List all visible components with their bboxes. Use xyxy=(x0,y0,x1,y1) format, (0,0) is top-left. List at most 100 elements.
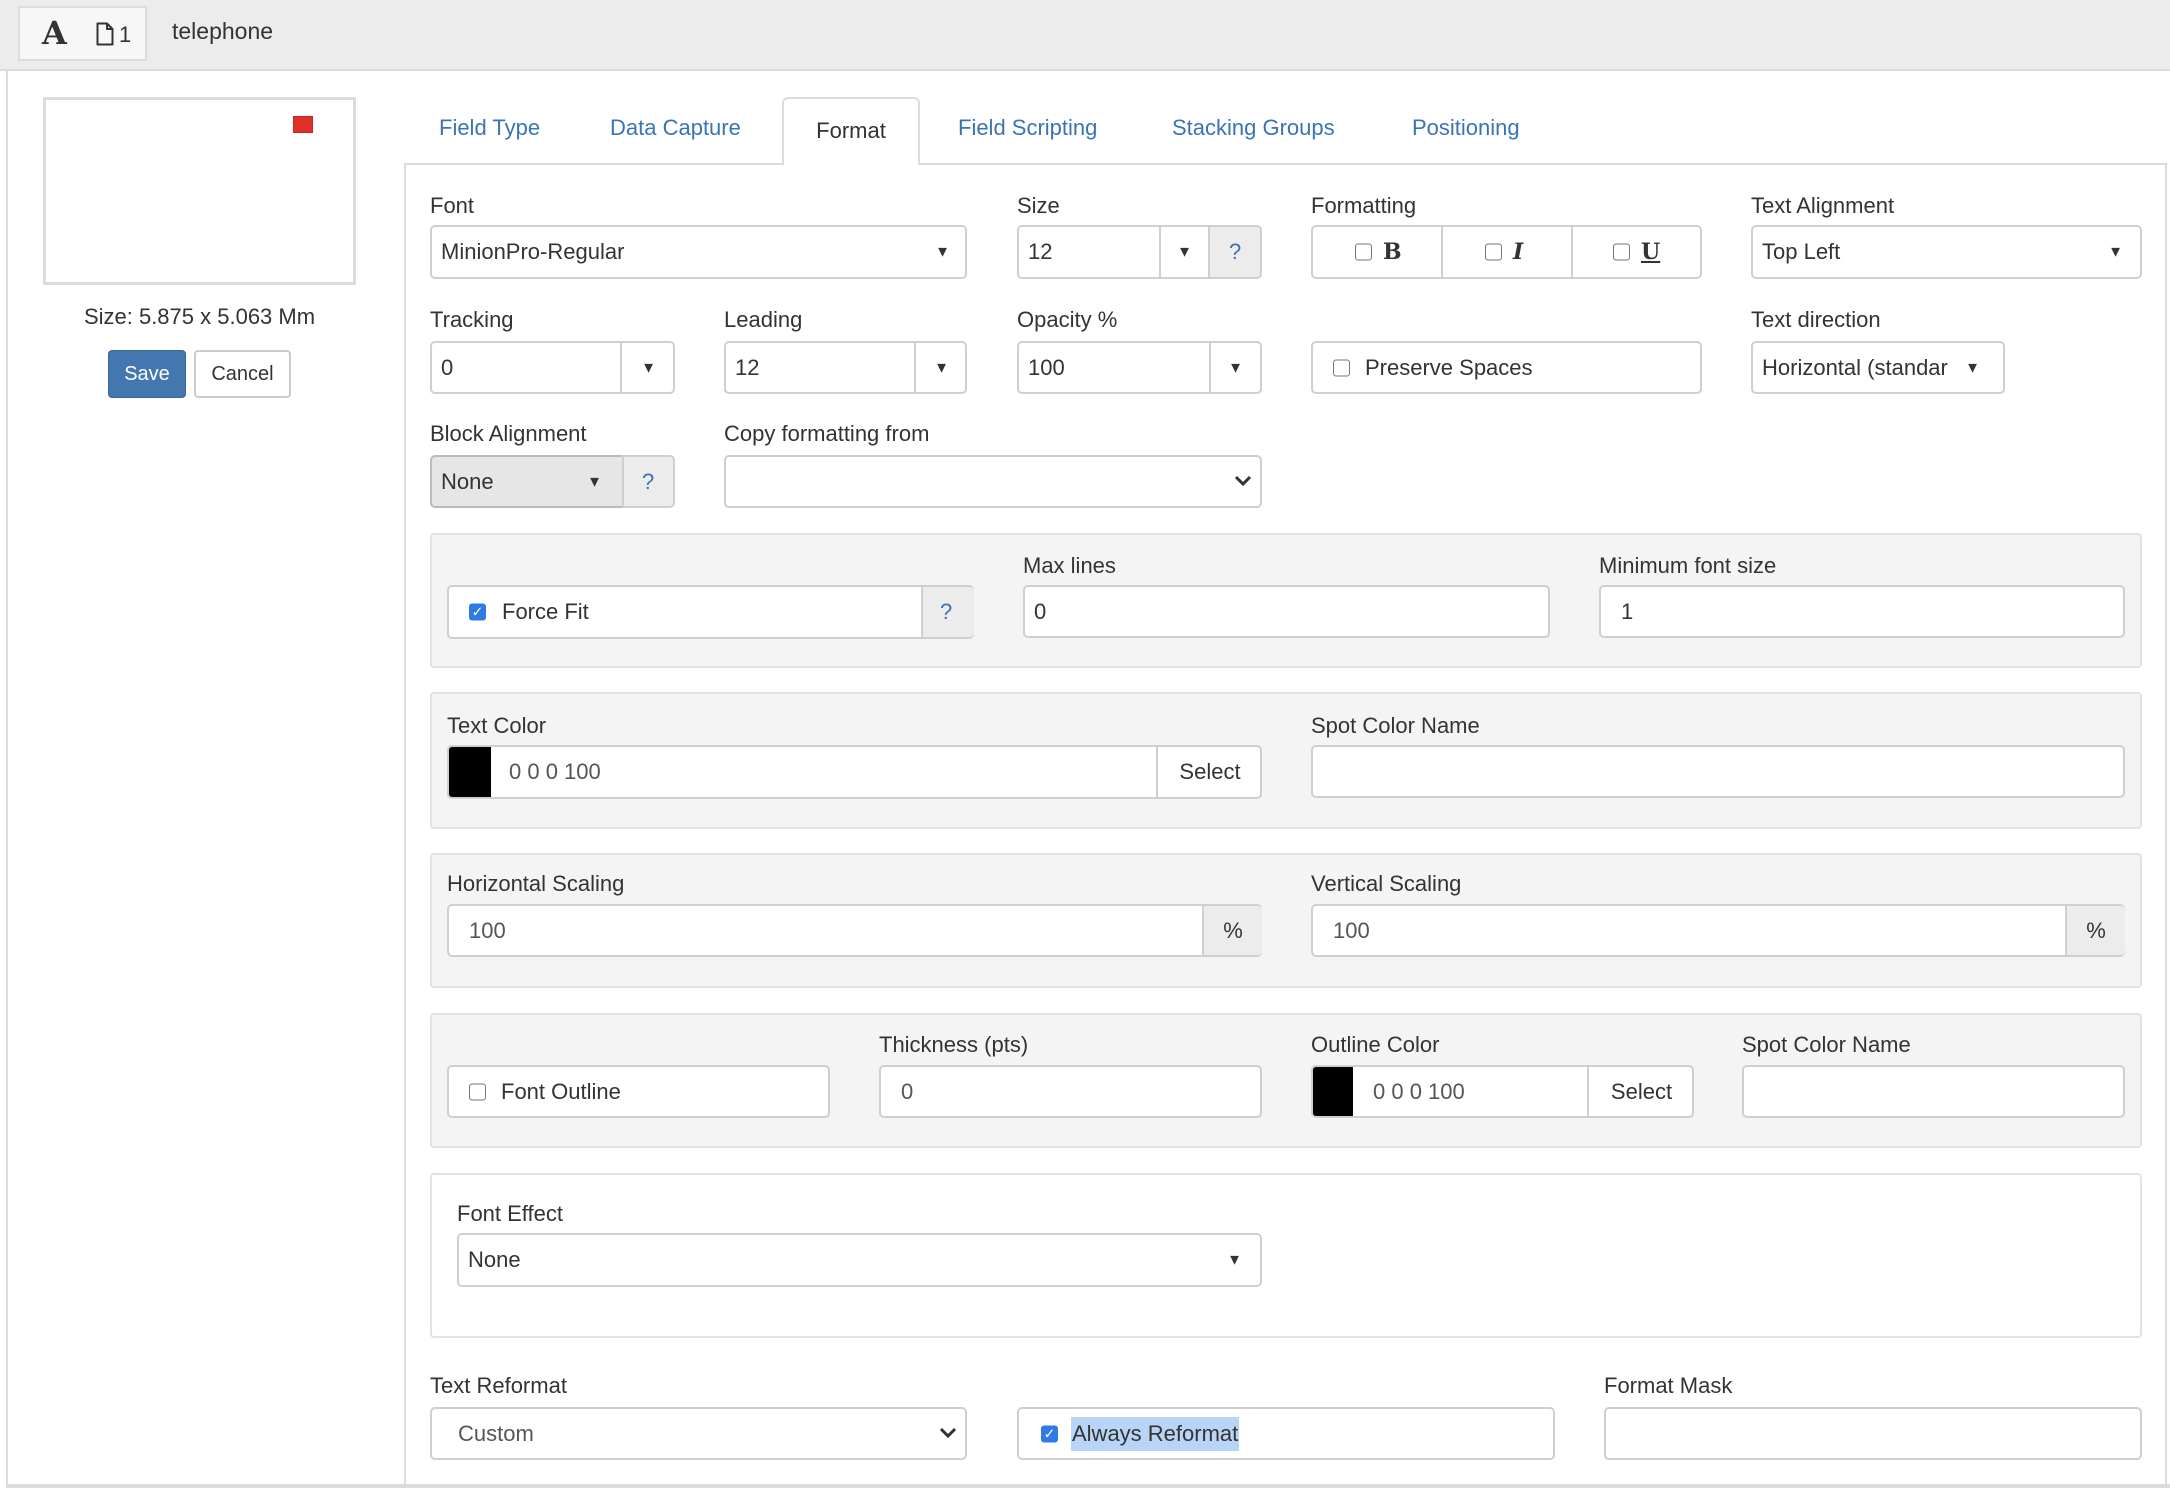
dropdown-divider xyxy=(914,343,916,392)
vertical-scaling-value[interactable]: 100 xyxy=(1333,918,1370,944)
text-reformat-select[interactable]: Custom xyxy=(430,1407,967,1460)
force-fit-label: Force Fit xyxy=(502,599,589,624)
tab-positioning[interactable]: Positioning xyxy=(1412,115,1520,141)
outline-spot-color-name-label: Spot Color Name xyxy=(1742,1032,1911,1057)
block-alignment-help-button[interactable]: ? xyxy=(622,455,675,508)
chevron-down-icon xyxy=(939,1427,957,1439)
caret-down-icon: ▼ xyxy=(2108,243,2123,261)
underline-checkbox[interactable] xyxy=(1613,243,1630,261)
text-type-icon: A xyxy=(42,14,67,52)
min-font-size-label: Minimum font size xyxy=(1599,553,1777,578)
caret-down-icon[interactable]: ▼ xyxy=(1177,244,1192,261)
force-fit-checkbox[interactable]: ✓ xyxy=(469,603,486,621)
max-lines-input[interactable]: 0 xyxy=(1023,585,1550,638)
preserve-spaces-field: Preserve Spaces xyxy=(1311,341,1702,394)
text-reformat-label: Text Reformat xyxy=(430,1373,567,1398)
min-font-size-input[interactable]: 1 xyxy=(1599,585,2125,638)
font-effect-select[interactable]: None ▼ xyxy=(457,1233,1262,1287)
caret-down-icon[interactable]: ▼ xyxy=(1228,359,1243,376)
text-color-value[interactable]: 0 0 0 100 xyxy=(509,759,601,785)
format-mask-input[interactable] xyxy=(1604,1407,2142,1460)
opacity-label: Opacity % xyxy=(1017,307,1118,332)
vertical-scaling-label: Vertical Scaling xyxy=(1311,871,1462,896)
tab-format[interactable]: Format xyxy=(782,97,920,165)
text-color-select-button[interactable]: Select xyxy=(1156,747,1262,797)
size-combobox[interactable]: 12 ▼ xyxy=(1017,225,1210,279)
vertical-scaling-field: 100 % xyxy=(1311,904,2125,957)
thickness-label: Thickness (pts) xyxy=(879,1032,1029,1057)
font-outline-checkbox[interactable] xyxy=(469,1083,486,1100)
field-position-marker xyxy=(293,116,313,133)
cancel-button[interactable]: Cancel xyxy=(194,350,291,398)
block-alignment-label: Block Alignment xyxy=(430,421,587,446)
outline-color-select-button[interactable]: Select xyxy=(1587,1067,1694,1116)
max-lines-value: 0 xyxy=(1034,598,1047,624)
copy-formatting-select[interactable] xyxy=(724,455,1262,508)
always-reformat-checkbox[interactable]: ✓ xyxy=(1041,1425,1058,1442)
italic-checkbox[interactable] xyxy=(1485,243,1502,261)
outline-spot-color-name-input[interactable] xyxy=(1742,1065,2125,1118)
frame-left-border xyxy=(6,71,8,1488)
tab-field-scripting[interactable]: Field Scripting xyxy=(958,115,1097,141)
text-direction-select[interactable]: Horizontal (standar ▼ xyxy=(1751,341,2005,394)
font-outline-label: Font Outline xyxy=(501,1078,621,1104)
tab-data-capture[interactable]: Data Capture xyxy=(610,115,741,141)
text-color-swatch[interactable] xyxy=(449,747,491,797)
size-value: 12 xyxy=(1028,239,1053,264)
leading-combobox[interactable]: 12 ▼ xyxy=(724,341,967,394)
leading-label: Leading xyxy=(724,307,803,332)
chevron-down-icon xyxy=(1234,475,1252,487)
tracking-label: Tracking xyxy=(430,307,514,332)
field-type-box: A 1 xyxy=(18,6,147,61)
tab-field-type[interactable]: Field Type xyxy=(439,115,540,141)
outline-color-value[interactable]: 0 0 0 100 xyxy=(1373,1079,1465,1105)
font-select[interactable]: MinionPro-Regular ▼ xyxy=(430,225,967,279)
percent-addon: % xyxy=(2065,906,2125,955)
horizontal-scaling-field: 100 % xyxy=(447,904,1262,957)
formatting-label: Formatting xyxy=(1311,193,1417,218)
help-icon: ? xyxy=(940,599,953,624)
help-icon: ? xyxy=(1229,239,1242,264)
caret-down-icon[interactable]: ▼ xyxy=(641,359,656,376)
thickness-input[interactable]: 0 xyxy=(879,1065,1262,1118)
size-help-button[interactable]: ? xyxy=(1208,225,1262,279)
text-alignment-select[interactable]: Top Left ▼ xyxy=(1751,225,2142,279)
min-font-size-value: 1 xyxy=(1621,598,1634,624)
always-reformat-label: Always Reformat xyxy=(1071,1416,1240,1451)
force-fit-field: ✓ Force Fit ? xyxy=(447,585,974,639)
font-effect-label: Font Effect xyxy=(457,1201,563,1226)
horizontal-scaling-value[interactable]: 100 xyxy=(469,918,506,944)
top-bar xyxy=(0,0,2170,71)
caret-down-icon: ▼ xyxy=(1965,359,1980,376)
dropdown-divider xyxy=(620,343,622,392)
text-direction-label: Text direction xyxy=(1751,307,1881,332)
copy-formatting-label: Copy formatting from xyxy=(724,421,930,446)
formatting-group: B I U xyxy=(1311,225,1702,279)
percent-addon: % xyxy=(1202,906,1262,955)
outline-color-label: Outline Color xyxy=(1311,1032,1440,1057)
segment-divider xyxy=(1441,227,1443,277)
field-preview xyxy=(43,97,356,285)
thickness-value: 0 xyxy=(901,1078,914,1104)
opacity-combobox[interactable]: 100 ▼ xyxy=(1017,341,1262,394)
leading-value: 12 xyxy=(735,354,760,380)
text-direction-value: Horizontal (standar xyxy=(1762,354,1948,380)
caret-down-icon[interactable]: ▼ xyxy=(934,359,949,376)
outline-color-swatch[interactable] xyxy=(1313,1067,1353,1116)
underline-icon: U xyxy=(1641,239,1661,265)
size-label: Size xyxy=(1017,193,1060,218)
bold-icon: B xyxy=(1383,239,1402,265)
tab-stacking-groups[interactable]: Stacking Groups xyxy=(1172,115,1335,141)
horizontal-scaling-label: Horizontal Scaling xyxy=(447,871,625,896)
preserve-spaces-checkbox[interactable] xyxy=(1333,359,1350,376)
font-outline-field: Font Outline xyxy=(447,1065,830,1118)
block-alignment-select[interactable]: None ▼ xyxy=(430,455,624,508)
page-count: 1 xyxy=(119,22,132,47)
format-mask-label: Format Mask xyxy=(1604,1373,1733,1398)
force-fit-help-button[interactable]: ? xyxy=(921,587,974,637)
text-alignment-value: Top Left xyxy=(1762,239,1841,264)
bold-checkbox[interactable] xyxy=(1355,243,1372,261)
save-button[interactable]: Save xyxy=(108,350,186,398)
spot-color-name-input[interactable] xyxy=(1311,745,2125,798)
tracking-combobox[interactable]: 0 ▼ xyxy=(430,341,675,394)
